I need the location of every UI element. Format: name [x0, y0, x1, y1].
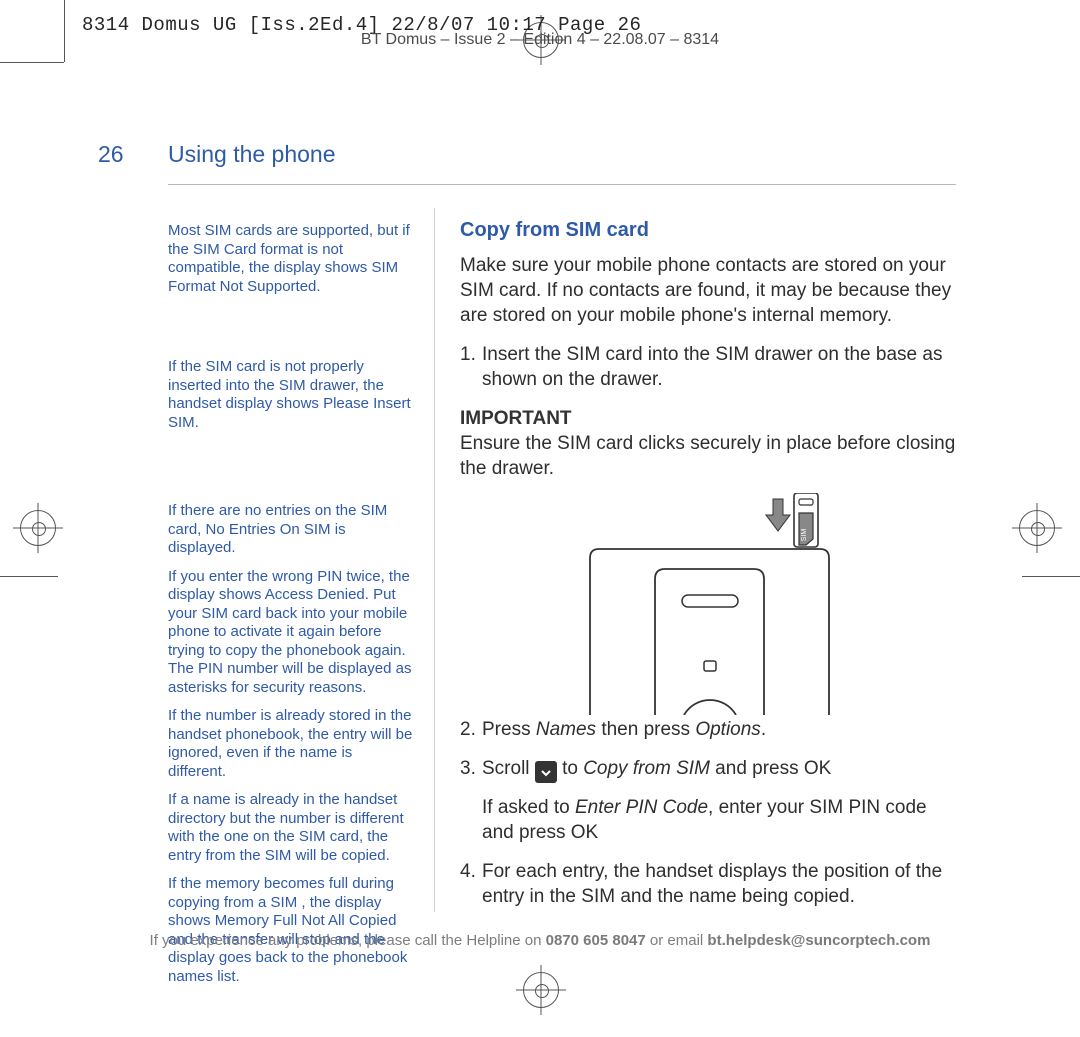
step-text: For each entry, the handset displays the…: [482, 859, 960, 909]
ui-label-names: Names: [536, 719, 596, 740]
ui-label-options: Options: [695, 719, 760, 740]
registration-line-left: [0, 576, 58, 577]
running-title: BT Domus – Issue 2 – Edition 4 – 22.08.0…: [0, 31, 1080, 49]
step-2: 2. Press Names then press Options.: [460, 717, 960, 742]
registration-mark-right: [1019, 510, 1055, 546]
page-heading: Using the phone: [168, 141, 336, 168]
step-text: Press Names then press Options.: [482, 717, 960, 742]
step-mid: to: [557, 758, 583, 779]
step-text: Scroll to Copy from SIM and press OK If …: [482, 756, 960, 845]
step-mid: then press: [596, 719, 695, 740]
registration-mark-left: [20, 510, 56, 546]
step-number: 4.: [460, 859, 482, 909]
important-text: Ensure the SIM card clicks securely in p…: [460, 431, 960, 481]
side-note-text: .: [195, 414, 199, 431]
side-note-6: If a name is already in the handset dire…: [168, 791, 414, 865]
sim-insertion-diagram: SIM: [460, 493, 960, 715]
section-heading: Copy from SIM card: [460, 218, 960, 243]
side-note-display-text: Memory Full Not All Copied: [215, 912, 397, 929]
step-prefix: Scroll: [482, 758, 535, 779]
side-note-display-text: Access Denied: [265, 586, 365, 603]
side-note-2: If the SIM card is not properly inserted…: [168, 358, 414, 432]
side-note-text: .: [316, 278, 320, 295]
helpline-phone: 0870 605 8047: [546, 932, 646, 949]
step-number: 2.: [460, 717, 482, 742]
registration-mark-bottom: [523, 972, 559, 1008]
step-1: 1. Insert the SIM card into the SIM draw…: [460, 342, 960, 392]
side-notes-column: Most SIM cards are supported, but if the…: [168, 222, 414, 986]
helpline-prefix: If you experience any problems, please c…: [150, 932, 546, 949]
heading-rule: [168, 184, 956, 185]
step-suffix: .: [761, 719, 766, 740]
step-followup-a: If asked to: [482, 797, 575, 818]
helpline-footer: If you experience any problems, please c…: [0, 932, 1080, 949]
ui-label-copy-from-sim: Copy from SIM: [583, 758, 710, 779]
page-number: 26: [98, 141, 124, 168]
step-4: 4. For each entry, the handset displays …: [460, 859, 960, 909]
side-note-7: If the memory becomes full during copyin…: [168, 875, 414, 986]
step-prefix: Press: [482, 719, 536, 740]
crop-mark-h: [0, 62, 64, 63]
side-note-5: If the number is already stored in the h…: [168, 707, 414, 781]
helpline-mid: or email: [646, 932, 708, 949]
side-note-4: If you enter the wrong PIN twice, the di…: [168, 568, 414, 698]
step-number: 1.: [460, 342, 482, 392]
column-separator: [434, 208, 435, 912]
helpline-email: bt.helpdesk@suncorptech.com: [707, 932, 930, 949]
step-text: Insert the SIM card into the SIM drawer …: [482, 342, 960, 392]
side-note-3: If there are no entries on the SIM card,…: [168, 502, 414, 558]
registration-line-right: [1022, 576, 1080, 577]
sim-label: SIM: [801, 529, 808, 542]
step-suffix: and press OK: [710, 758, 831, 779]
side-note-1: Most SIM cards are supported, but if the…: [168, 222, 414, 296]
step-number: 3.: [460, 756, 482, 845]
important-label: IMPORTANT: [460, 406, 960, 431]
ui-label-enter-pin: Enter PIN Code: [575, 797, 708, 818]
side-note-display-text: No Entries On SIM: [206, 521, 331, 538]
step-3: 3. Scroll to Copy from SIM and press OK …: [460, 756, 960, 845]
scroll-down-icon: [535, 761, 557, 783]
intro-paragraph: Make sure your mobile phone contacts are…: [460, 253, 960, 328]
